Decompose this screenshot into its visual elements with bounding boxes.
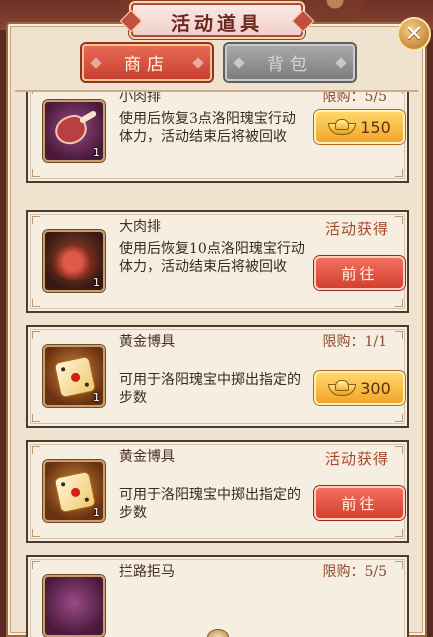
item-name: 大肉排 [119, 219, 161, 235]
item-source: 活动获得 [324, 450, 389, 468]
gold-ingot-icon [328, 380, 357, 396]
list-item: 拦路拒马 限购：5/5 [26, 555, 409, 637]
item-name: 拦路拒马 [119, 564, 175, 580]
title-plaque: 活动道具 [131, 3, 303, 37]
item-description: 使用后恢复10点洛阳瑰宝行动体力，活动结束后将被回收 [119, 241, 305, 275]
purchase-limit: 限购：5/5 [322, 90, 387, 105]
page-title: 活动道具 [170, 13, 263, 35]
meat-chop-icon[interactable]: 1 [43, 100, 105, 162]
item-source: 活动获得 [324, 220, 389, 238]
item-name: 黄金博具 [119, 449, 175, 465]
buy-button[interactable]: 300 [314, 371, 405, 405]
item-description: 可用于洛阳瑰宝中掷出指定的步数 [119, 487, 301, 521]
item-count: 1 [93, 276, 100, 289]
item-count: 1 [93, 146, 100, 159]
list-item: 黄金博具 限购：1/1 1 可用于洛阳瑰宝中掷出指定的步数 300 [26, 325, 409, 428]
close-button[interactable]: ✕ [397, 17, 431, 51]
goto-button[interactable]: 前往 [314, 256, 405, 290]
item-description: 可用于洛阳瑰宝中掷出指定的步数 [119, 372, 301, 406]
item-count: 1 [93, 506, 100, 519]
item-name: 黄金博具 [119, 334, 175, 350]
purchase-limit: 限购：5/5 [322, 564, 387, 580]
list-item: 小肉排 限购：5/5 1 使用后恢复3点洛阳瑰宝行动体力，活动结束后将被回收 1… [26, 90, 409, 183]
price-value: 300 [360, 378, 391, 398]
buy-button[interactable]: 150 [314, 110, 405, 144]
item-name: 小肉排 [119, 90, 161, 105]
close-icon: ✕ [404, 21, 424, 47]
goto-button[interactable]: 前往 [314, 486, 405, 520]
item-description: 使用后恢复3点洛阳瑰宝行动体力，活动结束后将被回收 [119, 111, 296, 145]
tab-bag[interactable]: 背包 [225, 44, 355, 81]
tab-shop-label: 商店 [124, 55, 170, 75]
item-icon[interactable] [43, 575, 105, 637]
price-value: 150 [360, 117, 391, 137]
list-item: 大肉排 活动获得 1 使用后恢复10点洛阳瑰宝行动体力，活动结束后将被回收 前往 [26, 210, 409, 313]
golden-die-icon[interactable]: 1 [43, 460, 105, 522]
tab-shop[interactable]: 商店 [82, 44, 212, 81]
list-item: 黄金博具 活动获得 1 可用于洛阳瑰宝中掷出指定的步数 前往 [26, 440, 409, 543]
ham-icon[interactable]: 1 [43, 230, 105, 292]
golden-die-icon[interactable]: 1 [43, 345, 105, 407]
tab-bag-label: 背包 [267, 55, 313, 75]
item-list[interactable]: 小肉排 限购：5/5 1 使用后恢复3点洛阳瑰宝行动体力，活动结束后将被回收 1… [15, 90, 418, 637]
purchase-limit: 限购：1/1 [322, 334, 387, 350]
gold-ingot-icon [328, 119, 357, 135]
item-count: 1 [93, 391, 100, 404]
